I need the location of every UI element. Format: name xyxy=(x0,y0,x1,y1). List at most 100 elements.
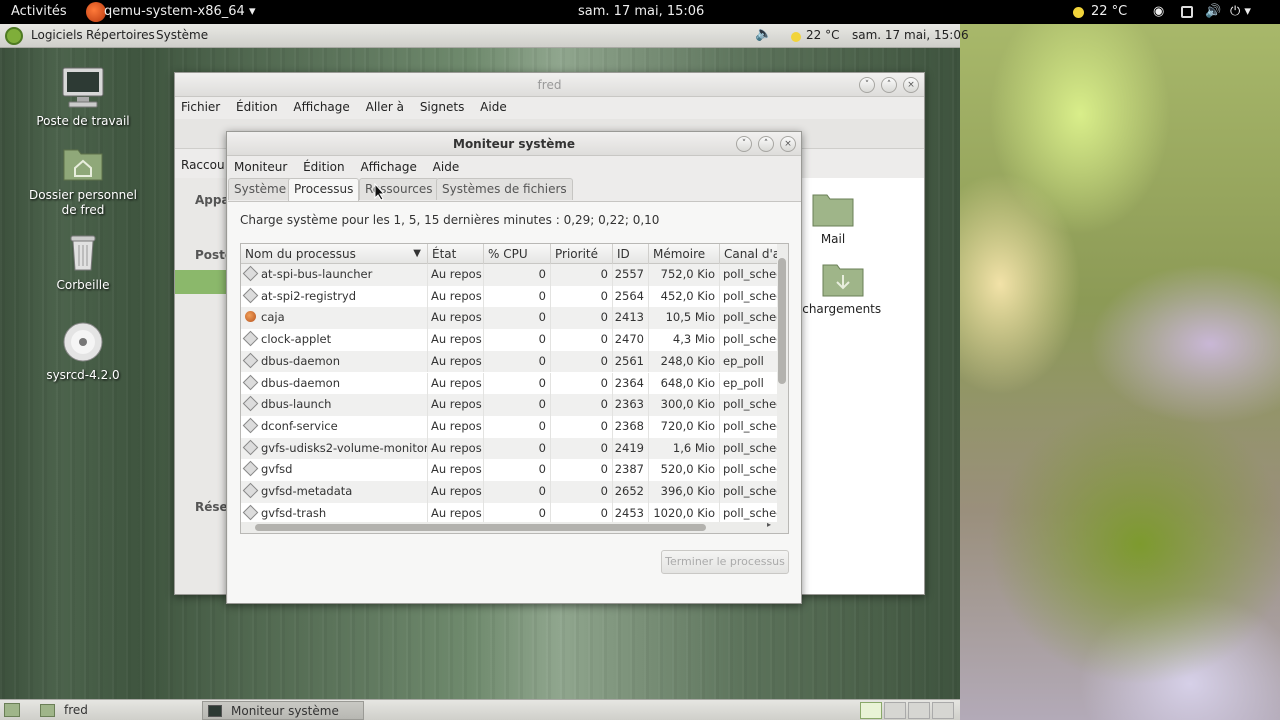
table-row[interactable]: dbus-launch Au repos 0 0 2363 300,0 Kio poll_s… xyxy=(241,394,785,416)
col-header-state[interactable]: État xyxy=(428,244,484,264)
volume-icon[interactable]: 🔊 xyxy=(1205,4,1221,19)
fm-menu-affichage[interactable]: Affichage xyxy=(293,100,349,114)
table-row[interactable]: dbus-daemon Au repos 0 0 2561 248,0 Kio ep_pol… xyxy=(241,350,785,373)
col-header-wchan[interactable]: Canal d'at xyxy=(720,244,785,264)
vertical-scroll-thumb[interactable] xyxy=(778,258,786,384)
desktop-icon-home[interactable]: Dossier personnel de fred xyxy=(23,140,143,218)
accessibility-icon[interactable]: ◉ xyxy=(1153,4,1164,19)
col-header-id[interactable]: ID xyxy=(613,244,649,264)
workspace-1[interactable] xyxy=(860,702,882,719)
top-clock[interactable]: sam. 17 mai, 15:06 xyxy=(578,4,704,19)
desktop-icon-cd[interactable]: sysrcd-4.2.0 xyxy=(23,320,143,383)
cell-mem: 10,5 Mio xyxy=(649,307,720,330)
cell-prio: 0 xyxy=(551,350,613,373)
fm-folder-mail[interactable]: Mail xyxy=(811,191,855,246)
table-row[interactable]: at-spi-bus-launcher Au repos 0 0 2557 752,0 K… xyxy=(241,264,785,286)
cell-state: Au repos xyxy=(428,394,484,416)
cell-cpu: 0 xyxy=(484,459,551,481)
caja-app-icon xyxy=(245,311,256,323)
fm-maximize-button[interactable]: ˄ xyxy=(881,77,897,93)
cell-prio: 0 xyxy=(551,415,613,438)
fm-titlebar[interactable]: fred xyxy=(175,73,924,97)
fm-menu-aller[interactable]: Aller à xyxy=(366,100,404,114)
col-header-priority[interactable]: Priorité xyxy=(551,244,613,264)
panel-weather[interactable]: 22 °C xyxy=(806,28,839,42)
col-header-memory[interactable]: Mémoire xyxy=(649,244,720,264)
download-folder-icon xyxy=(822,264,864,297)
fm-menu-aide[interactable]: Aide xyxy=(480,100,507,114)
workspace-switcher[interactable] xyxy=(860,702,956,719)
activities-button[interactable]: Activités xyxy=(11,4,67,19)
vertical-scrollbar[interactable] xyxy=(777,244,788,522)
table-header: Nom du processus ▼ État % CPU Priorité ID… xyxy=(241,244,785,264)
table-row[interactable]: dbus-daemon Au repos 0 0 2364 648,0 Kio ep_pol… xyxy=(241,372,785,395)
taskbar-item-sysmon[interactable]: Moniteur système xyxy=(202,701,364,720)
cell-cpu: 0 xyxy=(484,415,551,438)
end-process-button[interactable]: Terminer le processus xyxy=(661,550,789,574)
cell-cpu: 0 xyxy=(484,329,551,351)
fm-sidebar-section: Rése xyxy=(195,500,228,514)
sysmon-titlebar[interactable]: Moniteur système xyxy=(227,132,801,156)
taskbar-item-fred[interactable]: fred xyxy=(36,701,196,720)
col-header-cpu[interactable]: % CPU xyxy=(484,244,551,264)
window-icon[interactable] xyxy=(1181,6,1193,18)
speaker-icon[interactable]: 🔈 xyxy=(755,26,772,42)
fm-menu-fichier[interactable]: Fichier xyxy=(181,100,220,114)
host-wallpaper xyxy=(960,24,1280,720)
workspace-2[interactable] xyxy=(884,702,906,719)
tab-systeme[interactable]: Système xyxy=(228,178,293,200)
cell-id: 2557 xyxy=(613,264,649,286)
workspace-4[interactable] xyxy=(932,702,954,719)
table-row[interactable]: gvfsd-metadata Au repos 0 0 2652 396,0 Kio pol… xyxy=(241,481,785,503)
menu-logiciels[interactable]: Logiciels xyxy=(31,28,83,42)
top-weather[interactable]: 22 °C xyxy=(1091,4,1127,19)
cell-cpu: 0 xyxy=(484,502,551,522)
panel-clock[interactable]: sam. 17 mai, 15:06 xyxy=(852,28,969,42)
desktop-icon-trash[interactable]: Corbeille xyxy=(23,230,143,293)
desktop-icon-computer[interactable]: Poste de travail xyxy=(23,66,143,129)
process-name: dbus-daemon xyxy=(261,375,340,390)
cell-wchan: poll_schec xyxy=(720,502,785,522)
show-desktop-icon[interactable] xyxy=(4,703,20,717)
cell-state: Au repos xyxy=(428,437,484,460)
cell-id: 2413 xyxy=(613,307,649,330)
process-name: gvfsd-metadata xyxy=(261,484,353,498)
horizontal-scroll-thumb[interactable] xyxy=(255,524,706,531)
sysmon-menu-moniteur[interactable]: Moniteur xyxy=(234,160,287,174)
menu-repertoires[interactable]: Répertoires xyxy=(86,28,155,42)
cell-id: 2368 xyxy=(613,415,649,438)
app-menu[interactable]: qemu-system-x86_64 ▾ xyxy=(104,4,255,19)
sysmon-menu-affichage[interactable]: Affichage xyxy=(360,160,416,174)
workspace-3[interactable] xyxy=(908,702,930,719)
fm-minimize-button[interactable]: ˅ xyxy=(859,77,875,93)
sysmon-menu-aide[interactable]: Aide xyxy=(433,160,460,174)
col-header-name[interactable]: Nom du processus ▼ xyxy=(241,244,428,264)
tab-systemes-fichiers[interactable]: Systèmes de fichiers xyxy=(436,178,573,200)
sysmon-menu-edition[interactable]: Édition xyxy=(303,160,345,174)
cell-prio: 0 xyxy=(551,372,613,395)
tab-ressources[interactable]: Ressources xyxy=(359,178,439,200)
menu-systeme[interactable]: Système xyxy=(156,28,208,42)
fm-menu-signets[interactable]: Signets xyxy=(420,100,465,114)
fm-sidebar-selected[interactable] xyxy=(175,270,227,294)
power-icon[interactable]: ⏻ ▾ xyxy=(1230,4,1251,19)
table-row[interactable]: dconf-service Au repos 0 0 2368 720,0 Kio poll… xyxy=(241,415,785,438)
cell-prio: 0 xyxy=(551,329,613,351)
cell-prio: 0 xyxy=(551,437,613,460)
fm-menu-edition[interactable]: Édition xyxy=(236,100,278,114)
table-row[interactable]: caja Au repos 0 0 2413 10,5 Mio poll_schec xyxy=(241,307,785,330)
fm-folder-downloads[interactable]: échargements xyxy=(795,261,885,316)
table-row[interactable]: clock-applet Au repos 0 0 2470 4,3 Mio poll_sc… xyxy=(241,329,785,351)
table-row[interactable]: at-spi2-registryd Au repos 0 0 2564 452,0 Kio… xyxy=(241,285,785,308)
table-row[interactable]: gvfs-udisks2-volume-monitor Au repos 0 0 241… xyxy=(241,437,785,460)
horizontal-scrollbar[interactable]: ▸ xyxy=(241,520,788,533)
scroll-right-arrow-icon[interactable]: ▸ xyxy=(767,520,771,529)
tab-processus[interactable]: Processus xyxy=(288,178,360,202)
mouse-cursor-icon xyxy=(374,183,386,201)
fm-close-button[interactable]: × xyxy=(903,77,919,93)
sysmon-minimize-button[interactable]: ˅ xyxy=(736,136,752,152)
table-row[interactable]: gvfsd Au repos 0 0 2387 520,0 Kio poll_schec xyxy=(241,459,785,481)
table-row[interactable]: gvfsd-trash Au repos 0 0 2453 1020,0 Kio poll_… xyxy=(241,502,785,522)
sysmon-maximize-button[interactable]: ˄ xyxy=(758,136,774,152)
sysmon-close-button[interactable]: × xyxy=(780,136,796,152)
